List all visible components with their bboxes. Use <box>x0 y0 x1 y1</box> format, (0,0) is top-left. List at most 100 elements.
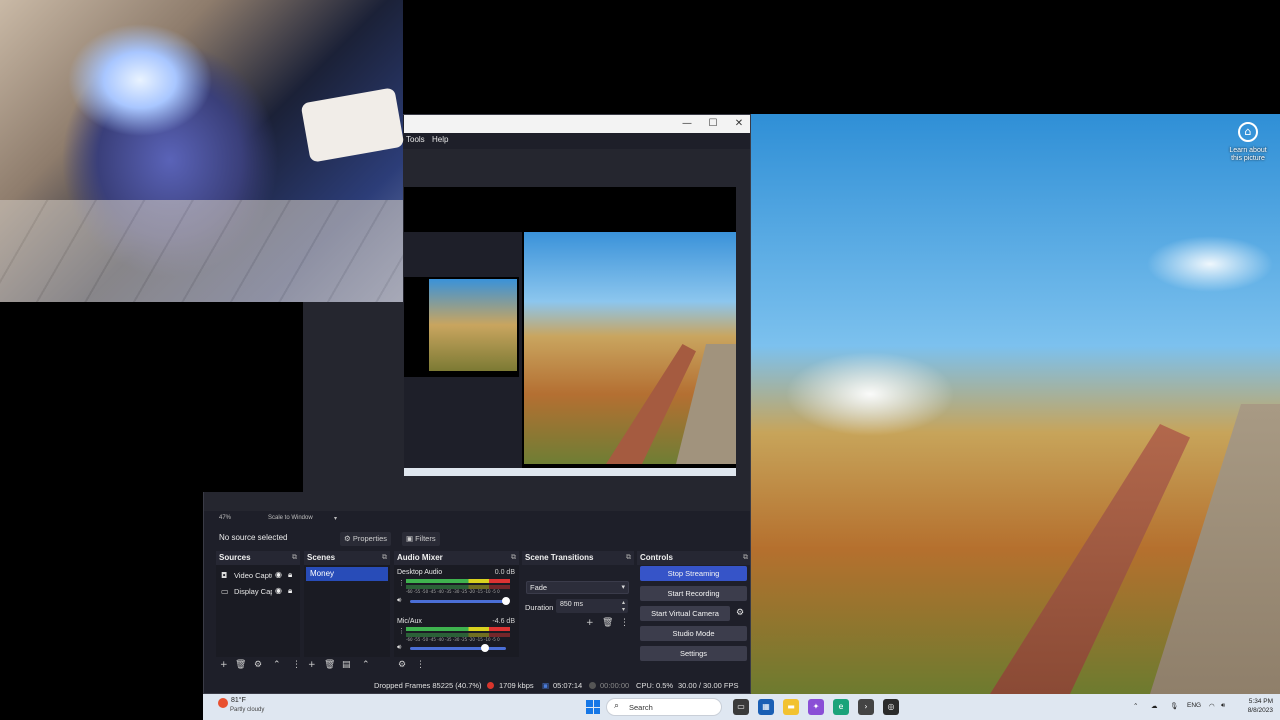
source-label: Display Capture <box>234 587 272 596</box>
tray-language[interactable]: ENG <box>1187 702 1201 709</box>
properties-button[interactable]: ⚙ Properties <box>340 532 391 546</box>
webcam-cloth <box>300 87 405 163</box>
move-up-icon[interactable]: ⌃ <box>273 659 281 671</box>
sources-header: Sources ⧉ <box>216 551 300 565</box>
taskbar-clock[interactable]: 5:34 PM 8/8/2023 <box>1233 697 1273 715</box>
terminal-icon[interactable]: › <box>858 699 874 715</box>
controls-title: Controls <box>640 553 673 562</box>
controls-header: Controls ⧉ <box>637 551 750 565</box>
start-recording-button[interactable]: Start Recording <box>640 586 747 601</box>
move-up-icon[interactable]: ⌃ <box>362 659 370 671</box>
dock-menu-icon[interactable]: ⧉ <box>626 553 631 562</box>
zoom-level[interactable]: 47% <box>219 515 231 521</box>
maximize-button[interactable]: ☐ <box>706 117 720 131</box>
channel-db: 0.0 dB <box>494 569 515 576</box>
weather-temp[interactable]: 81°F <box>231 697 246 704</box>
monitor-icon: ▭ <box>221 587 229 596</box>
dock-menu-icon[interactable]: ⧉ <box>292 553 297 562</box>
mixer-channels: Desktop Audio 0.0 dB ⋮ -60 -55 -50 -45 -… <box>394 565 519 657</box>
obs-titlebar[interactable]: — ☐ ✕ <box>404 115 750 133</box>
transition-select[interactable]: Fade ▾ <box>526 581 629 594</box>
volume-knob[interactable] <box>502 597 510 605</box>
weather-icon[interactable] <box>218 698 228 708</box>
virtual-camera-gear-icon[interactable]: ⚙ <box>733 606 747 621</box>
file-explorer-icon[interactable]: ▬ <box>783 699 799 715</box>
meter-scale: -60 -55 -50 -45 -40 -35 -30 -25 -20 -15 … <box>406 589 500 594</box>
speaker-icon[interactable]: 🔊︎ <box>397 643 401 652</box>
record-time: 00:00:00 <box>600 681 630 690</box>
visibility-eye-icon[interactable]: ◉ <box>275 586 282 595</box>
learn-picture-icon[interactable]: ⌂ <box>1238 122 1258 142</box>
tray-chevron-icon[interactable]: ⌃ <box>1133 702 1138 710</box>
scene-filter-icon[interactable]: ▤ <box>342 659 351 671</box>
speaker-icon[interactable]: 🔊︎ <box>397 596 401 605</box>
volume-knob[interactable] <box>480 644 489 652</box>
transition-menu-icon[interactable]: ⋮ <box>620 617 629 629</box>
filters-label: Filters <box>415 534 436 543</box>
remove-scene-icon[interactable]: 🗑︎ <box>324 659 335 671</box>
scene-item-money[interactable]: Money <box>306 567 388 581</box>
menu-tools[interactable]: Tools <box>406 135 425 144</box>
edge-icon[interactable]: e <box>833 699 849 715</box>
stepper-icon[interactable]: ▴ ▾ <box>622 599 625 613</box>
nested-taskbar <box>404 468 736 476</box>
scale-dropdown-icon[interactable]: ▾ <box>334 515 337 522</box>
volume-icon[interactable]: 🔊︎ <box>1221 702 1225 710</box>
add-transition-icon[interactable]: + <box>586 617 594 629</box>
sources-list: ◘ Video Capture Device ◉ 🔒︎ ▭ Display Ca… <box>216 565 300 657</box>
dock-menu-icon[interactable]: ⧉ <box>743 553 748 562</box>
stop-streaming-button[interactable]: Stop Streaming <box>640 566 747 581</box>
add-scene-icon[interactable]: + <box>308 659 316 671</box>
settings-button[interactable]: Settings <box>640 646 747 661</box>
remove-transition-icon[interactable]: 🗑︎ <box>602 617 613 629</box>
volume-slider[interactable] <box>410 600 506 603</box>
nested-mini-preview <box>404 277 519 377</box>
filters-button[interactable]: ▣ Filters <box>402 532 440 546</box>
obs-statusbar: Dropped Frames 85225 (40.7%) 1709 kbps ▣… <box>204 677 750 693</box>
dock-menu-icon[interactable]: ⧉ <box>511 553 516 562</box>
channel-menu-icon[interactable]: ⋮ <box>398 579 405 587</box>
start-virtual-camera-button[interactable]: Start Virtual Camera <box>640 606 730 621</box>
source-properties-icon[interactable]: ⚙ <box>254 659 262 671</box>
more-icon[interactable]: ⋮ <box>292 659 301 671</box>
mic-icon[interactable]: 🎙︎ <box>1170 702 1178 710</box>
close-button[interactable]: ✕ <box>732 117 746 131</box>
nested-mini-wallpaper <box>429 279 517 371</box>
wifi-icon[interactable]: ◠ <box>1209 702 1215 710</box>
visibility-eye-icon[interactable]: ◉ <box>275 570 282 579</box>
studio-mode-button[interactable]: Studio Mode <box>640 626 747 641</box>
weather-desc[interactable]: Partly cloudy <box>230 707 264 713</box>
volume-slider[interactable] <box>410 647 506 650</box>
task-view-icon[interactable]: ▭ <box>733 699 749 715</box>
copilot-icon[interactable]: ✦ <box>808 699 824 715</box>
search-icon: ⌕ <box>614 701 620 711</box>
learn-picture-label[interactable]: Learn about this picture <box>1226 147 1270 163</box>
channel-name: Mic/Aux <box>397 618 422 625</box>
windows-start-icon[interactable] <box>586 700 600 714</box>
scenes-title: Scenes <box>307 553 336 562</box>
menu-help[interactable]: Help <box>432 135 448 144</box>
source-item-video-capture[interactable]: ◘ Video Capture Device ◉ 🔒︎ <box>219 569 309 583</box>
preview-black-bar <box>404 187 736 233</box>
taskbar-search[interactable]: ⌕ Search <box>606 698 722 716</box>
duration-input[interactable]: 850 ms ▴ ▾ <box>556 599 628 613</box>
store-icon[interactable]: ▦ <box>758 699 774 715</box>
transitions-body: Fade ▾ Duration 850 ms ▴ ▾ + 🗑︎ ⋮ <box>522 565 634 657</box>
preview-canvas[interactable] <box>404 232 736 476</box>
lock-icon[interactable]: 🔒︎ <box>288 586 292 596</box>
more-icon[interactable]: ⋮ <box>416 659 425 671</box>
obs-taskbar-icon[interactable]: ◎ <box>883 699 899 715</box>
fps: 30.00 / 30.00 FPS <box>678 681 739 690</box>
minimize-button[interactable]: — <box>680 117 694 131</box>
add-source-icon[interactable]: + <box>220 659 228 671</box>
remove-source-icon[interactable]: 🗑︎ <box>235 659 246 671</box>
audio-meter <box>406 627 510 631</box>
channel-menu-icon[interactable]: ⋮ <box>398 627 405 635</box>
source-item-display-capture[interactable]: ▭ Display Capture ◉ 🔒︎ <box>219 585 309 599</box>
obs-menubar: Tools Help <box>404 133 750 149</box>
mixer-settings-icon[interactable]: ⚙ <box>398 659 406 671</box>
dock-menu-icon[interactable]: ⧉ <box>382 553 387 562</box>
onedrive-icon[interactable]: ☁ <box>1151 702 1158 710</box>
scale-to-window[interactable]: Scale to Window <box>268 515 313 521</box>
lock-icon[interactable]: 🔒︎ <box>288 570 292 580</box>
